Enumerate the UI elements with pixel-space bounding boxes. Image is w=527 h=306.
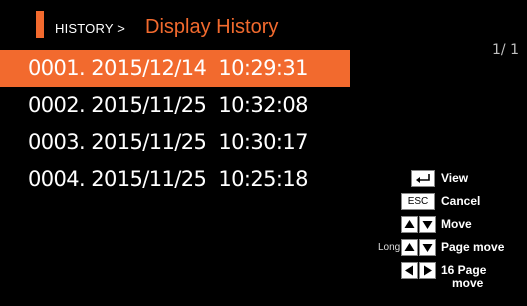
arrow-left-icon (401, 262, 418, 279)
legend-page-move-label: Page move (441, 240, 505, 254)
page-indicator: 1/ 1 (492, 42, 519, 58)
history-row-1[interactable]: 0001. 2015/12/14 10:29:31 (0, 50, 350, 87)
legend-move: Move (357, 216, 527, 236)
page-title: Display History (145, 16, 279, 38)
legend-16-page-move: 16 Page move (357, 262, 527, 298)
long-press-label: Long (378, 242, 401, 253)
legend-cancel: ESC Cancel (357, 193, 527, 213)
legend-16-page-label-2: move (452, 276, 484, 290)
arrow-right-icon (419, 262, 436, 279)
arrow-down-icon (419, 239, 436, 256)
breadcrumb[interactable]: HISTORY > (55, 21, 125, 36)
legend-cancel-label: Cancel (441, 194, 481, 208)
arrow-down-icon (419, 216, 436, 233)
header-accent-bar (36, 11, 44, 38)
legend-view-label: View (441, 171, 469, 185)
legend-page-move: Long Page move (357, 239, 527, 259)
arrow-up-icon (401, 216, 418, 233)
header: HISTORY > Display History (0, 0, 527, 46)
arrow-up-icon (401, 239, 418, 256)
history-row-3[interactable]: 0003. 2015/11/25 10:30:17 (0, 124, 350, 161)
history-list: 0001. 2015/12/14 10:29:31 0002. 2015/11/… (0, 50, 350, 198)
esc-key: ESC (401, 193, 435, 210)
enter-icon (411, 170, 435, 187)
history-row-2[interactable]: 0002. 2015/11/25 10:32:08 (0, 87, 350, 124)
legend-move-label: Move (441, 217, 472, 231)
legend-view: View (357, 170, 527, 190)
history-row-4[interactable]: 0004. 2015/11/25 10:25:18 (0, 161, 350, 198)
